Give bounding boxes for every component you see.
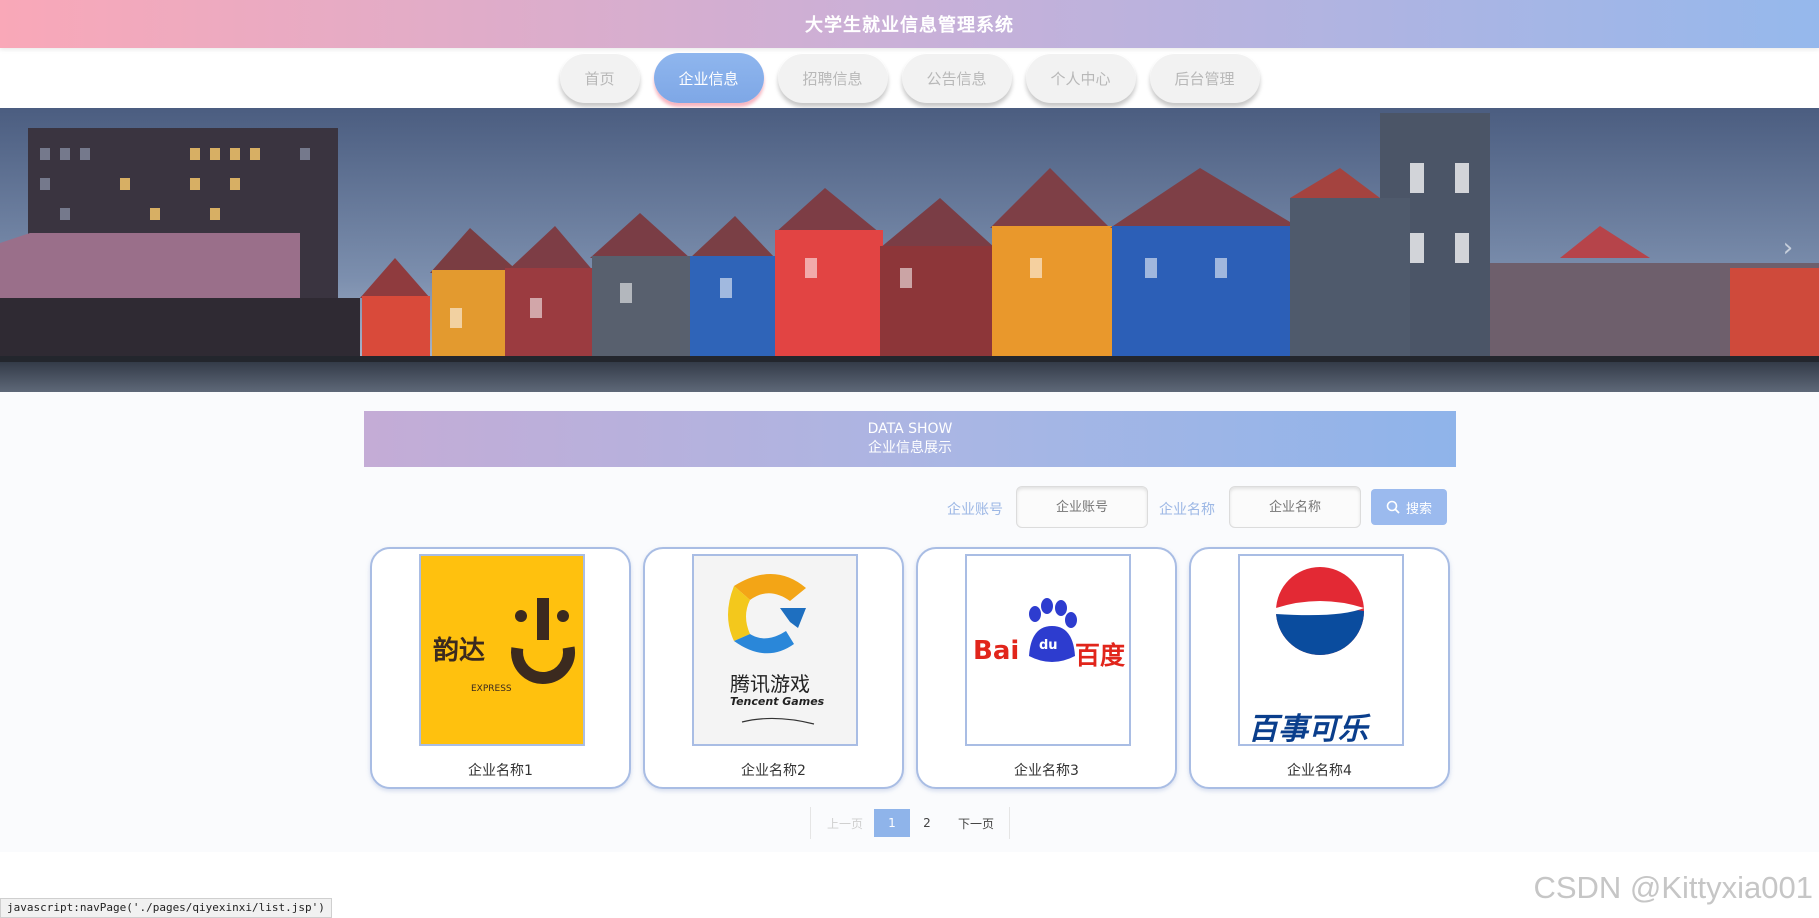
section-title-en: DATA SHOW xyxy=(867,421,953,437)
logo-subtext: Tencent Games xyxy=(730,695,825,708)
chevron-right-icon[interactable]: › xyxy=(1777,228,1799,268)
search-icon xyxy=(1386,500,1400,514)
section-header: DATA SHOW 企业信息展示 xyxy=(364,411,1456,467)
next-page-button[interactable]: 下一页 xyxy=(946,809,1006,837)
main-nav: 首页 企业信息 招聘信息 公告信息 个人中心 后台管理 xyxy=(0,53,1819,105)
company-name-label: 企业名称 xyxy=(1159,502,1215,518)
logo-text-cn: 百度 xyxy=(1075,641,1126,670)
nav-item-home[interactable]: 首页 xyxy=(559,53,640,103)
company-name-input[interactable] xyxy=(1229,486,1361,528)
pagination: 上一页 1 2 下一页 xyxy=(0,807,1819,839)
company-card[interactable]: 腾讯游戏 Tencent Games 企业名称2 xyxy=(643,547,904,789)
nav-item-label: 公告信息 xyxy=(926,69,987,88)
company-card[interactable]: 百事可乐 企业名称4 xyxy=(1189,547,1450,789)
company-name: 企业名称4 xyxy=(1287,763,1352,779)
company-logo: Bai du 百度 xyxy=(965,554,1131,746)
nav-item-profile[interactable]: 个人中心 xyxy=(1025,53,1136,103)
search-button[interactable]: 搜索 xyxy=(1371,489,1447,525)
company-logo: 腾讯游戏 Tencent Games xyxy=(692,554,858,746)
nav-item-notices[interactable]: 公告信息 xyxy=(901,53,1012,103)
company-name: 企业名称2 xyxy=(741,763,806,779)
nav-item-label: 招聘信息 xyxy=(802,69,863,88)
company-name: 企业名称3 xyxy=(1014,763,1079,779)
logo-text-du: du xyxy=(1039,638,1058,653)
logo-text: 百事可乐 xyxy=(1248,712,1368,746)
company-list: 韵达 EXPRESS 企业名称1 腾讯游戏 Tencent Games 企业名称… xyxy=(370,547,1450,791)
account-label: 企业账号 xyxy=(947,502,1003,518)
nav-item-company[interactable]: 企业信息 xyxy=(653,53,764,103)
company-logo: 百事可乐 xyxy=(1238,554,1404,746)
logo-subtext: EXPRESS xyxy=(471,684,512,694)
page-button-1[interactable]: 1 xyxy=(874,809,910,837)
company-logo: 韵达 EXPRESS xyxy=(419,554,585,746)
logo-text: 腾讯游戏 xyxy=(730,672,810,696)
nav-item-label: 企业信息 xyxy=(678,69,739,88)
banner-image xyxy=(0,108,1819,392)
account-input[interactable] xyxy=(1016,486,1148,528)
logo-text: 韵达 xyxy=(433,636,486,666)
prev-page-button[interactable]: 上一页 xyxy=(818,809,872,837)
nav-item-label: 后台管理 xyxy=(1174,69,1235,88)
nav-item-label: 个人中心 xyxy=(1050,69,1111,88)
nav-item-jobs[interactable]: 招聘信息 xyxy=(777,53,888,103)
page-button-2[interactable]: 2 xyxy=(912,809,942,837)
header-bar: 大学生就业信息管理系统 xyxy=(0,0,1819,48)
nav-item-admin[interactable]: 后台管理 xyxy=(1149,53,1260,103)
browser-status-bar: javascript:navPage('./pages/qiyexinxi/li… xyxy=(0,898,332,918)
site-title: 大学生就业信息管理系统 xyxy=(805,15,1014,36)
section-title-cn: 企业信息展示 xyxy=(868,440,952,456)
nav-item-label: 首页 xyxy=(584,69,615,88)
banner-carousel[interactable]: › xyxy=(0,108,1819,392)
tencent-games-logo-icon xyxy=(694,556,856,744)
search-bar: 企业账号 企业名称 搜索 xyxy=(0,486,1819,528)
search-button-label: 搜索 xyxy=(1405,500,1432,516)
logo-text: Bai xyxy=(973,636,1020,666)
company-card[interactable]: Bai du 百度 企业名称3 xyxy=(916,547,1177,789)
watermark: CSDN @Kittyxia001 xyxy=(1533,870,1813,905)
company-name: 企业名称1 xyxy=(468,763,533,779)
company-card[interactable]: 韵达 EXPRESS 企业名称1 xyxy=(370,547,631,789)
